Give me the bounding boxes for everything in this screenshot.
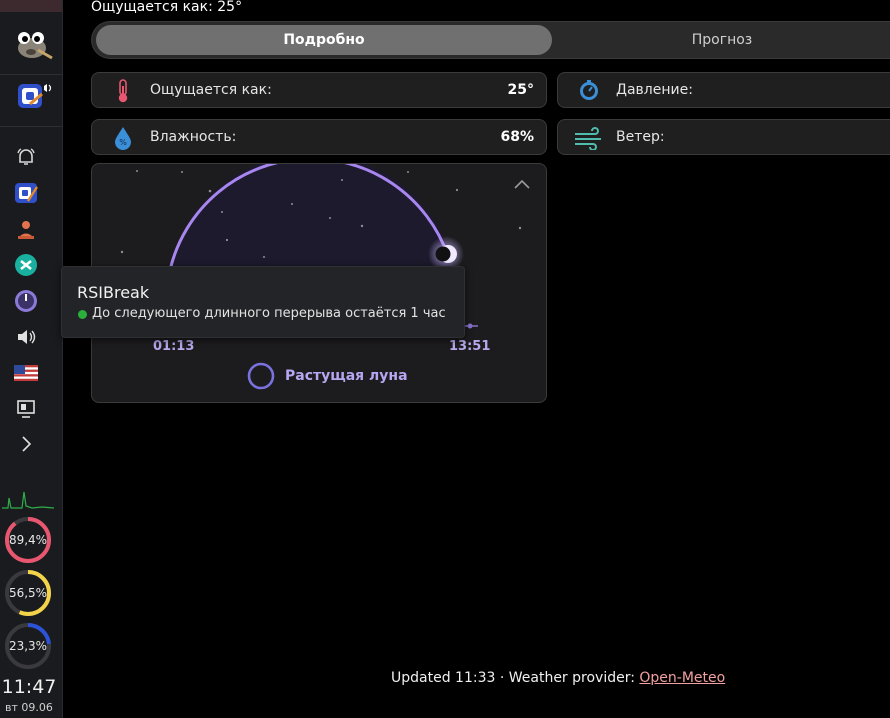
tooltip-body: До следующего длинного перерыва остаётся… — [92, 306, 446, 321]
clock-time[interactable]: 11:47 — [0, 676, 58, 698]
pressure-card: Давление: — [557, 72, 890, 108]
feels-like-header: Ощущается как: 25° — [91, 0, 243, 15]
wind-label: Ветер: — [616, 129, 665, 145]
tooltip-title: RSIBreak — [77, 283, 150, 302]
flag-us-icon[interactable] — [13, 360, 39, 386]
tab-bar: Подробно Прогноз — [91, 21, 890, 59]
taskbar-panel: 89,4% 56,5% 23,3% 11:47 вт 09.06 — [0, 0, 63, 718]
tab-details[interactable]: Подробно — [96, 25, 552, 55]
memory-monitor[interactable]: 56,5% — [4, 569, 52, 617]
moonset-time: 13:51 — [449, 339, 491, 354]
svg-text:%: % — [119, 138, 127, 147]
collapse-chevron-icon[interactable] — [514, 179, 530, 189]
clock-date[interactable]: вт 09.06 — [0, 701, 58, 714]
pressure-gauge-icon — [580, 80, 598, 100]
monitor-icon[interactable] — [13, 396, 39, 422]
rsibreak-tooltip: RSIBreak До следующего длинного перерыва… — [61, 266, 465, 338]
feels-like-card: Ощущается как: 25° — [91, 72, 547, 108]
app-icon[interactable] — [13, 180, 39, 206]
sync-icon[interactable] — [13, 252, 39, 278]
feels-like-value: 25° — [507, 82, 534, 98]
moonrise-time: 01:13 — [153, 339, 195, 354]
moon-phase-label: Растущая луна — [285, 368, 408, 384]
monitor-value: 89,4% — [8, 533, 48, 547]
app-icon-sound[interactable] — [0, 80, 62, 120]
volume-icon[interactable] — [13, 324, 39, 350]
footer: Updated 11:33 · Weather provider: Open-M… — [391, 670, 725, 686]
status-dot — [78, 310, 87, 319]
chevron-right-icon[interactable] — [13, 431, 39, 457]
swap-monitor[interactable]: 23,3% — [4, 622, 52, 670]
monitor-value: 23,3% — [8, 639, 48, 653]
weather-provider-link[interactable]: Open-Meteo — [639, 670, 725, 686]
tab-forecast[interactable]: Прогноз — [552, 25, 890, 55]
humidity-drop-icon: % — [115, 127, 131, 150]
moon-phase-icon — [247, 362, 275, 390]
footer-updated-text: Updated 11:33 · Weather provider: — [391, 670, 640, 686]
gimp-icon[interactable] — [0, 22, 62, 72]
bell-icon[interactable] — [13, 144, 39, 170]
pressure-label: Давление: — [616, 82, 693, 98]
network-graph[interactable] — [2, 484, 54, 512]
wind-card: Ветер: — [557, 119, 890, 155]
feels-like-label: Ощущается как: — [150, 82, 272, 98]
rsibreak-icon[interactable] — [13, 288, 39, 314]
humidity-card: % Влажность: 68% — [91, 119, 547, 155]
monitor-value: 56,5% — [8, 586, 48, 600]
user-icon[interactable] — [13, 216, 39, 242]
wind-icon — [575, 127, 601, 150]
cpu-monitor[interactable]: 89,4% — [4, 516, 52, 564]
humidity-value: 68% — [500, 129, 534, 145]
thermometer-icon — [118, 79, 128, 103]
humidity-label: Влажность: — [150, 129, 237, 145]
taskbar-top-item[interactable] — [0, 0, 62, 12]
